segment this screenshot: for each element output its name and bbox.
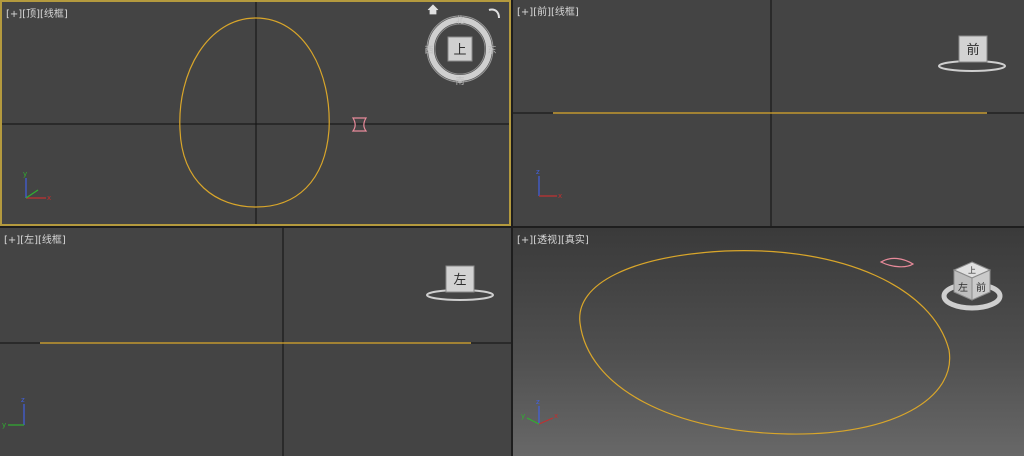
axis-tripod: y x xyxy=(23,170,51,202)
viewport-front-label: [+][前][线框] xyxy=(517,3,579,18)
svg-text:左: 左 xyxy=(453,273,466,288)
viewport-top-canvas: y x 上 北 南 东 西 xyxy=(2,2,509,224)
svg-text:y: y xyxy=(23,170,27,178)
rotate-view-icon[interactable] xyxy=(488,8,500,19)
viewport-menu-button[interactable]: [+] xyxy=(517,7,533,18)
svg-text:y: y xyxy=(2,421,6,429)
shading-mode-button[interactable]: [真实] xyxy=(561,235,589,246)
shading-mode-button[interactable]: [线框] xyxy=(40,9,68,20)
viewport-perspective-canvas: z x y 上 左 前 xyxy=(521,250,1003,435)
viewport-front[interactable]: z x 前 [+][前][线框] xyxy=(513,0,1024,226)
svg-text:东: 东 xyxy=(487,44,496,56)
viewport-front-canvas: z x 前 xyxy=(513,0,1024,226)
svg-text:前: 前 xyxy=(966,42,979,58)
view-type-button[interactable]: [透视] xyxy=(533,235,561,246)
viewport-perspective-label: [+][透视][真实] xyxy=(517,231,589,246)
axis-tripod: z y xyxy=(2,396,25,429)
viewport-left-canvas: z y 左 xyxy=(0,228,511,456)
viewcube[interactable]: 前 xyxy=(938,35,1006,72)
viewcube[interactable]: 上 左 前 xyxy=(941,261,1003,311)
svg-text:左: 左 xyxy=(958,281,968,294)
svg-text:z: z xyxy=(21,396,25,404)
svg-text:y: y xyxy=(521,412,525,420)
svg-text:前: 前 xyxy=(976,281,986,294)
svg-text:南: 南 xyxy=(455,75,464,87)
svg-text:上: 上 xyxy=(968,266,976,275)
axis-tripod: z x xyxy=(536,168,562,200)
viewport-top-label: [+][顶][线框] xyxy=(6,5,68,20)
svg-text:x: x xyxy=(558,192,562,200)
axis-tripod: z x y xyxy=(521,398,558,425)
egg-spline-shape[interactable] xyxy=(179,17,330,208)
viewcube-compass[interactable]: 上 北 南 东 西 xyxy=(424,15,496,87)
view-type-button[interactable]: [前] xyxy=(533,7,551,18)
home-icon[interactable] xyxy=(427,4,439,15)
viewport-top[interactable]: y x 上 北 南 东 西 [+][顶][线框] xyxy=(0,0,511,226)
svg-text:z: z xyxy=(536,398,540,406)
view-type-button[interactable]: [顶] xyxy=(22,9,40,20)
viewport-left[interactable]: z y 左 [+][左][线框] xyxy=(0,228,511,456)
viewport-menu-button[interactable]: [+] xyxy=(6,9,22,20)
viewcube[interactable]: 左 xyxy=(426,265,494,301)
viewport-perspective[interactable]: z x y 上 左 前 [+][透视][真实] xyxy=(513,228,1024,456)
shading-mode-button[interactable]: [线框] xyxy=(551,7,579,18)
viewport-menu-button[interactable]: [+] xyxy=(4,235,20,246)
view-type-button[interactable]: [左] xyxy=(20,235,38,246)
viewport-left-label: [+][左][线框] xyxy=(4,231,66,246)
egg-spline-shape[interactable] xyxy=(579,250,951,435)
svg-text:x: x xyxy=(554,412,558,420)
svg-text:x: x xyxy=(47,194,51,202)
viewport-menu-button[interactable]: [+] xyxy=(517,235,533,246)
shading-mode-button[interactable]: [线框] xyxy=(38,235,66,246)
svg-text:上: 上 xyxy=(453,43,466,58)
small-gizmo-shape[interactable] xyxy=(879,257,915,268)
svg-text:z: z xyxy=(536,168,540,176)
svg-text:西: 西 xyxy=(424,45,433,56)
svg-text:北: 北 xyxy=(455,15,464,26)
